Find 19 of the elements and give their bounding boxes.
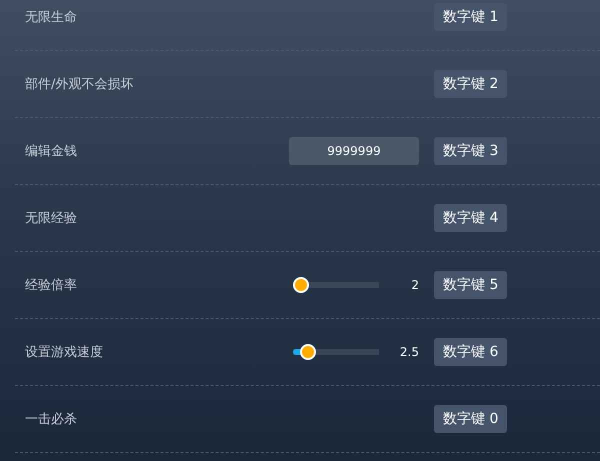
slider-value: 2.5 (398, 345, 419, 359)
hotkey-button[interactable]: 数字键 3 (434, 137, 508, 165)
slider-value: 2 (410, 278, 419, 292)
option-label: 部件/外观不会损坏 (24, 76, 134, 93)
hotkey-button[interactable]: 数字键 2 (434, 70, 508, 98)
hotkey-button[interactable]: 数字键 0 (434, 405, 508, 433)
slider-thumb[interactable] (300, 344, 316, 360)
option-label: 设置游戏速度 (24, 344, 104, 361)
hotkey-button[interactable]: 数字键 5 (434, 271, 508, 299)
option-label: 经验倍率 (24, 277, 78, 294)
option-label: 无限生命 (24, 9, 78, 26)
option-label: 一击必杀 (24, 411, 78, 428)
option-label: 无限经验 (24, 210, 78, 227)
hotkey-button[interactable]: 数字键 6 (434, 338, 508, 366)
option-label: 编辑金钱 (24, 143, 78, 160)
slider-thumb[interactable] (293, 277, 309, 293)
hotkey-button[interactable]: 数字键 1 (434, 3, 508, 31)
hotkey-button[interactable]: 数字键 4 (434, 204, 508, 232)
money-input-field[interactable]: 9999999 (289, 137, 419, 165)
